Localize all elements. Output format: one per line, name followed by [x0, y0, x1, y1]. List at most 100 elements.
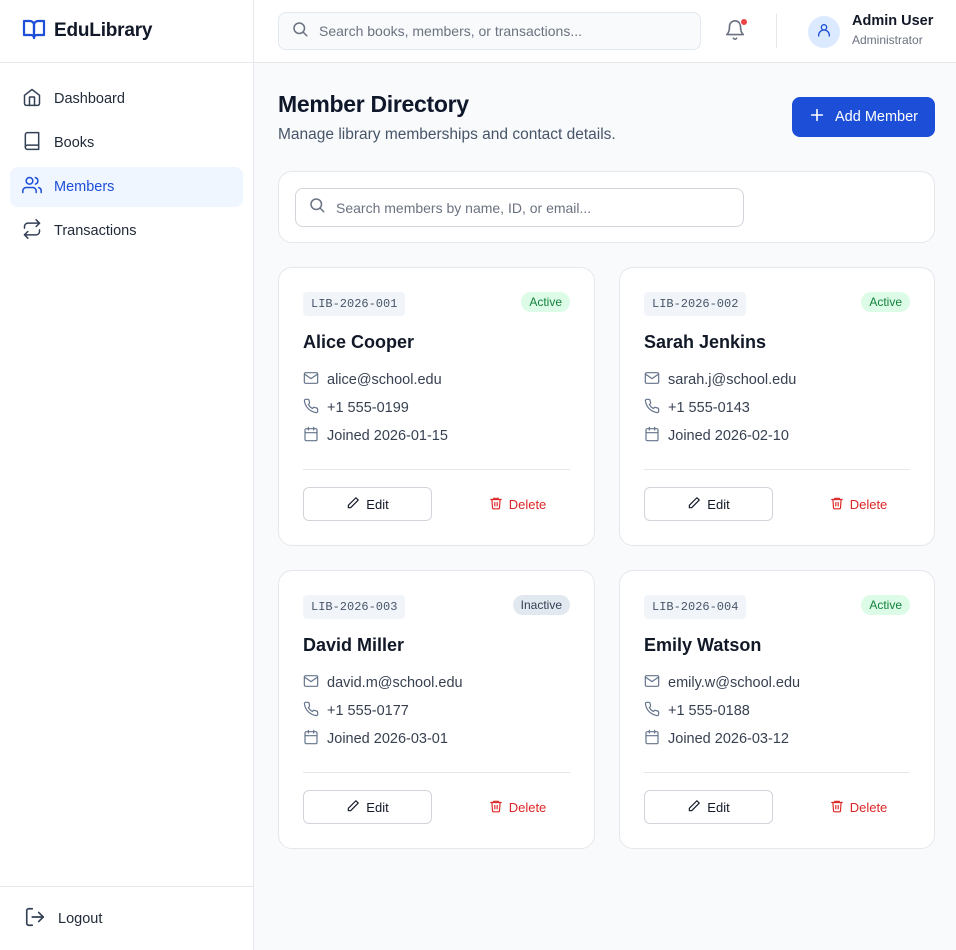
edit-button[interactable]: Edit: [303, 790, 432, 824]
sidebar: EduLibrary Dashboard Books Members Trans…: [0, 0, 254, 950]
phone-icon: [644, 398, 660, 418]
member-joined: Joined 2026-03-01: [327, 731, 448, 747]
trash-icon: [830, 496, 844, 513]
member-email: david.m@school.edu: [327, 675, 463, 691]
mail-icon: [303, 370, 319, 390]
member-name: David Miller: [303, 635, 405, 655]
edit-button[interactable]: Edit: [644, 487, 773, 521]
user-role: Administrator: [852, 33, 923, 47]
member-phone-row: +1 555-0188: [644, 701, 750, 721]
sidebar-item-label: Dashboard: [54, 91, 125, 107]
mail-icon: [303, 673, 319, 693]
user-name: Admin User: [852, 13, 934, 29]
mail-icon: [644, 370, 660, 390]
mail-icon: [644, 673, 660, 693]
edit-button[interactable]: Edit: [644, 790, 773, 824]
sidebar-item-label: Members: [54, 179, 115, 195]
member-name: Alice Cooper: [303, 332, 415, 352]
open-book-logo-icon: [22, 17, 46, 46]
phone-icon: [644, 701, 660, 721]
member-search-panel: [278, 171, 935, 243]
member-card: LIB-2026-003 Inactive David Miller david…: [278, 570, 595, 849]
calendar-icon: [303, 426, 319, 446]
member-joined-row: Joined 2026-03-12: [644, 729, 789, 749]
sidebar-nav: Dashboard Books Members Transactions: [0, 63, 253, 251]
arrows-icon: [22, 219, 42, 243]
home-icon: [22, 87, 42, 111]
delete-label: Delete: [849, 799, 888, 815]
member-card: LIB-2026-001 Active Alice Cooper alice@s…: [278, 267, 595, 546]
phone-icon: [303, 398, 319, 418]
edit-label: Edit: [707, 799, 730, 815]
logout-label: Logout: [58, 910, 103, 927]
member-email: sarah.j@school.edu: [668, 372, 797, 388]
trash-icon: [489, 496, 503, 513]
member-email-row: david.m@school.edu: [303, 673, 463, 693]
member-search-input[interactable]: [336, 199, 743, 216]
member-joined: Joined 2026-01-15: [327, 428, 448, 444]
member-id: LIB-2026-004: [644, 595, 747, 619]
card-divider: [303, 772, 570, 773]
member-card: LIB-2026-002 Active Sarah Jenkins sarah.…: [619, 267, 935, 546]
notifications-button[interactable]: [724, 18, 748, 45]
calendar-icon: [644, 426, 660, 446]
pencil-icon: [687, 799, 701, 816]
member-email: alice@school.edu: [327, 372, 442, 388]
plus-icon: [809, 107, 825, 127]
logout-button[interactable]: Logout: [0, 886, 253, 950]
trash-icon: [489, 799, 503, 816]
member-email-row: emily.w@school.edu: [644, 673, 800, 693]
member-email-row: alice@school.edu: [303, 370, 442, 390]
sidebar-item-label: Books: [54, 135, 95, 151]
member-phone: +1 555-0188: [668, 703, 750, 719]
delete-button[interactable]: Delete: [453, 790, 582, 824]
page-subtitle: Manage library memberships and contact d…: [278, 126, 616, 143]
delete-label: Delete: [508, 496, 547, 512]
global-search[interactable]: [278, 12, 701, 50]
member-phone: +1 555-0143: [668, 400, 750, 416]
header-divider: [776, 14, 777, 48]
card-divider: [644, 772, 910, 773]
member-email: emily.w@school.edu: [668, 675, 801, 691]
delete-button[interactable]: Delete: [794, 790, 923, 824]
member-card: LIB-2026-004 Active Emily Watson emily.w…: [619, 570, 935, 849]
status-badge: Active: [861, 292, 910, 312]
delete-label: Delete: [508, 799, 547, 815]
edit-label: Edit: [366, 799, 389, 815]
users-icon: [22, 175, 42, 199]
member-joined: Joined 2026-03-12: [668, 731, 789, 747]
member-email-row: sarah.j@school.edu: [644, 370, 796, 390]
app-name: EduLibrary: [54, 20, 153, 41]
edit-label: Edit: [707, 496, 730, 512]
sidebar-item-dashboard[interactable]: Dashboard: [10, 79, 243, 119]
user-icon: [816, 22, 832, 43]
brand[interactable]: EduLibrary: [0, 0, 253, 63]
member-name: Sarah Jenkins: [644, 332, 767, 352]
add-member-button[interactable]: Add Member: [792, 97, 935, 137]
avatar[interactable]: [808, 16, 840, 48]
bell-icon: [724, 20, 746, 45]
member-id: LIB-2026-002: [644, 292, 747, 316]
global-search-input[interactable]: [319, 23, 700, 39]
delete-button[interactable]: Delete: [794, 487, 923, 521]
sidebar-item-transactions[interactable]: Transactions: [10, 211, 243, 251]
member-phone-row: +1 555-0177: [303, 701, 409, 721]
member-phone-row: +1 555-0143: [644, 398, 750, 418]
delete-button[interactable]: Delete: [453, 487, 582, 521]
page-title: Member Directory: [278, 91, 469, 117]
pencil-icon: [687, 496, 701, 513]
notification-dot: [740, 18, 748, 26]
member-joined-row: Joined 2026-02-10: [644, 426, 789, 446]
phone-icon: [303, 701, 319, 721]
sidebar-item-label: Transactions: [54, 223, 137, 239]
edit-button[interactable]: Edit: [303, 487, 432, 521]
edit-label: Edit: [366, 496, 389, 512]
sidebar-item-books[interactable]: Books: [10, 123, 243, 163]
member-search[interactable]: [295, 188, 744, 227]
book-icon: [22, 131, 42, 155]
sidebar-item-members[interactable]: Members: [10, 167, 243, 207]
member-joined: Joined 2026-02-10: [668, 428, 789, 444]
status-badge: Active: [521, 292, 570, 312]
member-joined-row: Joined 2026-03-01: [303, 729, 448, 749]
member-joined-row: Joined 2026-01-15: [303, 426, 448, 446]
